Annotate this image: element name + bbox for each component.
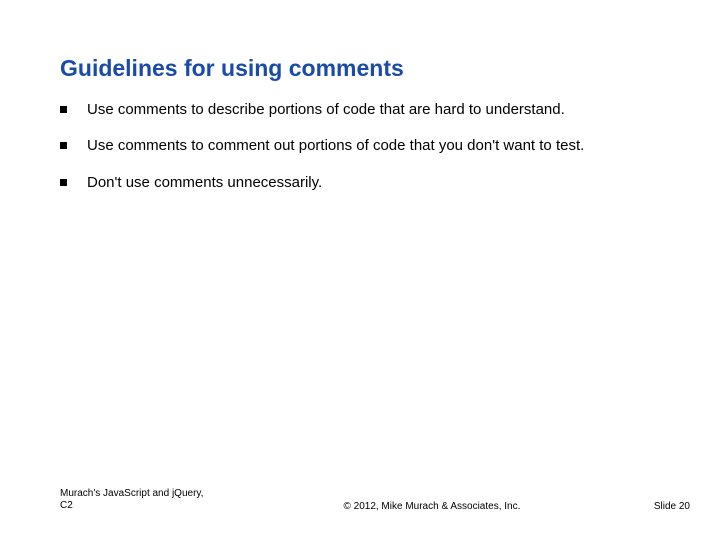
bullet-text: Use comments to describe portions of cod… [87,100,660,120]
bullet-icon [60,106,67,113]
bullet-icon [60,142,67,149]
slide-container: Guidelines for using comments Use commen… [0,0,720,540]
footer-right: Slide 20 [654,501,690,512]
footer-left: Murach's JavaScript and jQuery, C2 [60,488,210,512]
bullet-list: Use comments to describe portions of cod… [60,100,660,193]
list-item: Use comments to comment out portions of … [60,136,660,156]
slide-footer: Murach's JavaScript and jQuery, C2 © 201… [60,488,690,512]
list-item: Don't use comments unnecessarily. [60,173,660,193]
bullet-icon [60,179,67,186]
list-item: Use comments to describe portions of cod… [60,100,660,120]
bullet-text: Use comments to comment out portions of … [87,136,660,156]
footer-center: © 2012, Mike Murach & Associates, Inc. [210,501,654,512]
bullet-text: Don't use comments unnecessarily. [87,173,660,193]
slide-title: Guidelines for using comments [60,55,660,82]
